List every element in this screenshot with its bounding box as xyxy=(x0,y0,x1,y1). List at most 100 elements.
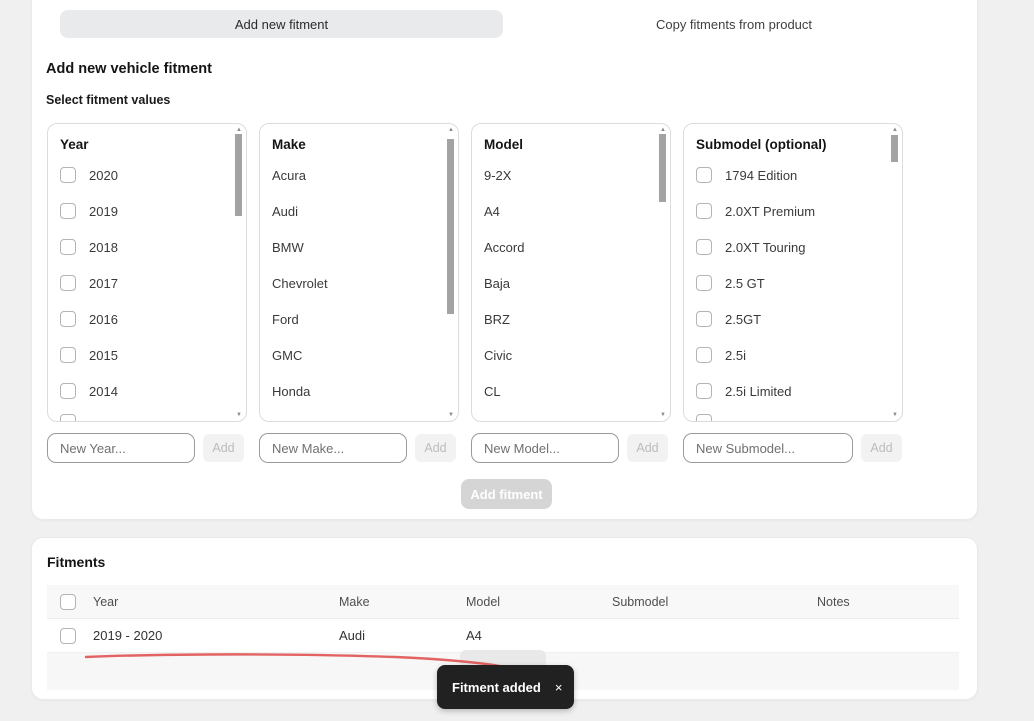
select-all-checkbox[interactable] xyxy=(60,594,76,610)
scrollbar-thumb[interactable] xyxy=(891,135,898,162)
checkbox[interactable] xyxy=(696,239,712,255)
table-row[interactable]: 2019 - 2020 Audi A4 xyxy=(47,619,959,653)
model-scrollbar[interactable]: ▲ ▼ xyxy=(658,126,668,419)
option-item[interactable]: Accord xyxy=(484,229,670,265)
checkbox[interactable] xyxy=(60,414,76,421)
checkbox[interactable] xyxy=(696,203,712,219)
option-item[interactable]: 2017 xyxy=(60,265,246,301)
new-make-input[interactable] xyxy=(259,433,407,463)
checkbox[interactable] xyxy=(60,167,76,183)
option-list: 1794 Edition 2.0XT Premium 2.0XT Touring 2.… xyxy=(684,157,902,409)
option-item[interactable]: Baja xyxy=(484,265,670,301)
scroll-up-icon[interactable]: ▲ xyxy=(890,126,900,134)
scroll-down-icon[interactable]: ▼ xyxy=(658,411,668,419)
option-item[interactable]: 1794 Edition xyxy=(696,157,902,193)
checkbox[interactable] xyxy=(60,383,76,399)
new-model-input[interactable] xyxy=(471,433,619,463)
option-item[interactable]: Audi xyxy=(272,193,458,229)
scrollbar-thumb[interactable] xyxy=(659,134,666,202)
option-item[interactable]: Civic xyxy=(484,337,670,373)
header-year: Year xyxy=(93,594,119,609)
header-model: Model xyxy=(466,594,501,609)
option-item[interactable]: Chevrolet xyxy=(272,265,458,301)
submodel-scrollbar[interactable]: ▲ ▼ xyxy=(890,126,900,419)
option-item[interactable]: Honda xyxy=(272,373,458,409)
checkbox[interactable] xyxy=(696,383,712,399)
option-item[interactable]: 2.0XT Touring xyxy=(696,229,902,265)
section-subtitle: Select fitment values xyxy=(46,93,171,107)
option-item[interactable]: BMW xyxy=(272,229,458,265)
add-make-button[interactable]: Add xyxy=(415,434,456,462)
option-list: 9-2X A4 Accord Baja BRZ Civic CL xyxy=(472,157,670,409)
cell-year: 2019 - 2020 xyxy=(93,628,163,643)
checkbox[interactable] xyxy=(60,347,76,363)
option-item[interactable]: 2018 xyxy=(60,229,246,265)
option-item[interactable]: 2019 xyxy=(60,193,246,229)
option-item[interactable]: A4 xyxy=(484,193,670,229)
checkbox[interactable] xyxy=(60,311,76,327)
year-scrollbar[interactable]: ▲ ▼ xyxy=(234,126,244,419)
scrollbar-thumb[interactable] xyxy=(447,139,454,314)
add-fitment-button[interactable]: Add fitment xyxy=(461,479,552,509)
scroll-up-icon[interactable]: ▲ xyxy=(658,126,668,134)
add-model-button[interactable]: Add xyxy=(627,434,668,462)
option-item[interactable]: 2014 xyxy=(60,373,246,409)
checkbox[interactable] xyxy=(696,275,712,291)
option-item[interactable]: 2.5 GT xyxy=(696,265,902,301)
make-panel-header: Make xyxy=(272,137,306,152)
option-item[interactable]: 2020 xyxy=(60,157,246,193)
tab-copy-fitments-label: Copy fitments from product xyxy=(655,16,813,32)
checkbox[interactable] xyxy=(696,167,712,183)
option-item[interactable]: 9-2X xyxy=(484,157,670,193)
tab-add-new-fitment[interactable]: Add new fitment xyxy=(60,10,503,38)
option-label: 2.0XT Touring xyxy=(725,239,806,255)
toast-message: Fitment added xyxy=(452,679,541,695)
option-label: Civic xyxy=(484,347,513,363)
option-item[interactable]: 2.0XT Premium xyxy=(696,193,902,229)
header-make: Make xyxy=(339,594,370,609)
option-label: 9-2X xyxy=(484,167,512,183)
table-header-row: Year Make Model Submodel Notes xyxy=(47,585,959,619)
make-panel: Make Acura Audi BMW Chevrolet Ford GMC Honda ▲… xyxy=(259,123,459,422)
checkbox[interactable] xyxy=(60,239,76,255)
option-item[interactable]: Acura xyxy=(272,157,458,193)
new-submodel-input[interactable] xyxy=(683,433,853,463)
option-item[interactable]: BRZ xyxy=(484,301,670,337)
option-item[interactable]: CL xyxy=(484,373,670,409)
row-checkbox[interactable] xyxy=(60,628,76,644)
checkbox[interactable] xyxy=(696,414,712,421)
scroll-up-icon[interactable]: ▲ xyxy=(234,126,244,134)
option-item[interactable]: 2.5GT xyxy=(696,301,902,337)
scroll-down-icon[interactable]: ▼ xyxy=(234,411,244,419)
model-panel: Model 9-2X A4 Accord Baja BRZ Civic CL ▲ ▼ xyxy=(471,123,671,422)
add-year-button[interactable]: Add xyxy=(203,434,244,462)
add-fitment-card: Add new fitment Copy fitments from produ… xyxy=(31,0,978,520)
option-item[interactable]: Ford xyxy=(272,301,458,337)
scroll-down-icon[interactable]: ▼ xyxy=(890,411,900,419)
checkbox[interactable] xyxy=(60,275,76,291)
page: Add new fitment Copy fitments from produ… xyxy=(0,0,1034,721)
checkbox[interactable] xyxy=(696,311,712,327)
header-notes: Notes xyxy=(817,594,850,609)
option-list: 2020 2019 2018 2017 2016 2015 2014 xyxy=(48,157,246,409)
option-item[interactable]: 2.5i Limited xyxy=(696,373,902,409)
submodel-panel: Submodel (optional) 1794 Edition 2.0XT Pr… xyxy=(683,123,903,422)
checkbox[interactable] xyxy=(696,347,712,363)
scrollbar-thumb[interactable] xyxy=(235,134,242,216)
option-label: 2018 xyxy=(89,239,118,255)
scroll-down-icon[interactable]: ▼ xyxy=(446,411,456,419)
make-scrollbar[interactable]: ▲ ▼ xyxy=(446,126,456,419)
tab-copy-fitments[interactable]: Copy fitments from product xyxy=(503,10,965,38)
checkbox[interactable] xyxy=(60,203,76,219)
new-year-input[interactable] xyxy=(47,433,195,463)
toast-close-icon[interactable]: × xyxy=(555,680,563,695)
option-item[interactable]: 2016 xyxy=(60,301,246,337)
model-panel-header: Model xyxy=(484,137,523,152)
option-item[interactable]: 2.5i xyxy=(696,337,902,373)
scroll-up-icon[interactable]: ▲ xyxy=(446,126,456,134)
option-item[interactable]: GMC xyxy=(272,337,458,373)
option-label: Acura xyxy=(272,167,306,183)
option-item[interactable]: 2015 xyxy=(60,337,246,373)
option-label: BRZ xyxy=(484,311,510,327)
add-submodel-button[interactable]: Add xyxy=(861,434,902,462)
